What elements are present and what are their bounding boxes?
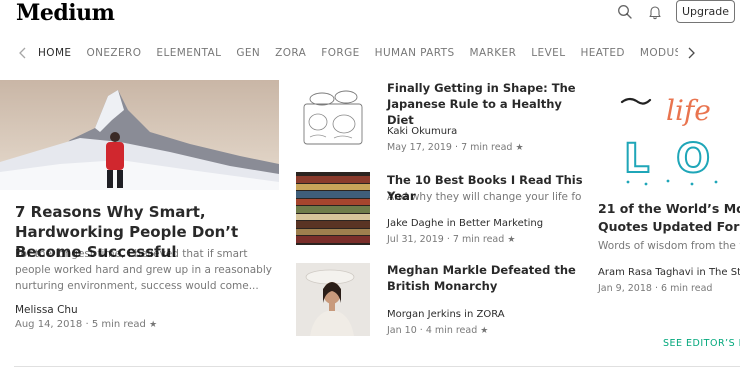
story-meta-3: Jan 10 · 4 min read ★ [387, 325, 488, 336]
story-title-3[interactable]: Meghan Markle Defeated the British Monar… [387, 262, 587, 294]
nav-item-onezero[interactable]: ONEZERO [86, 40, 141, 66]
thumb-books[interactable] [296, 172, 370, 245]
top-header: Medium Upgrade [0, 0, 740, 36]
nav-item-gen[interactable]: GEN [236, 40, 260, 66]
right-story-read-time: 6 min read [661, 283, 713, 294]
story-read-time-1: 7 min read [461, 142, 513, 153]
story-author-1[interactable]: Kaki Okumura [387, 126, 457, 137]
nav-item-zora[interactable]: ZORA [275, 40, 306, 66]
feature-meta: Aug 14, 2018 · 5 min read ★ [15, 319, 157, 330]
star-icon: ★ [515, 143, 524, 153]
section-divider [14, 366, 740, 367]
thumb-portrait[interactable] [296, 263, 370, 336]
separator: · [446, 234, 450, 245]
story-author-2[interactable]: Jake Daghe in Better Marketing [387, 218, 543, 229]
story-subtitle-2[interactable]: And why they will change your life for t… [387, 191, 582, 203]
right-story-title[interactable]: 21 of the World’s Most P Quotes Updated … [598, 200, 740, 236]
bell-icon[interactable] [647, 4, 663, 20]
story-read-time-3: 4 min read [425, 325, 478, 336]
story-read-time-2: 7 min read [452, 234, 505, 245]
nav-items: HOME ONEZERO ELEMENTAL GEN ZORA FORGE HUMAN PA… [38, 40, 678, 66]
right-title-line-1: 21 of the World’s Most P [598, 201, 740, 216]
story-meta-2: Jul 31, 2019 · 7 min read ★ [387, 234, 515, 245]
story-date-2: Jul 31, 2019 [387, 234, 444, 245]
star-icon: ★ [507, 235, 516, 245]
thumb-bento-sketch[interactable] [296, 82, 370, 155]
nav-item-heated[interactable]: HEATED [580, 40, 624, 66]
star-icon: ★ [480, 326, 489, 336]
separator: · [455, 142, 459, 153]
right-story-meta: Jan 9, 2018 · 6 min read [598, 283, 712, 294]
chevron-right-icon[interactable] [685, 46, 697, 60]
medium-logo[interactable]: Medium [16, 0, 115, 26]
feature-subtitle[interactable]: For the longest time, I believed that if… [15, 246, 273, 294]
separator: · [654, 283, 658, 294]
story-date-1: May 17, 2019 [387, 142, 452, 153]
right-image-lettering[interactable]: life LO [596, 80, 740, 190]
lettering-lo: LO [624, 136, 738, 182]
see-editors-picks-link[interactable]: SEE EDITOR’S PIC [663, 338, 740, 349]
feature-image-mountain[interactable] [0, 80, 279, 190]
feature-author[interactable]: Melissa Chu [15, 304, 78, 316]
search-icon[interactable] [617, 4, 633, 20]
nav-item-home[interactable]: HOME [38, 40, 71, 66]
story-author-3[interactable]: Morgan Jerkins in ZORA [387, 309, 505, 320]
story-date-3: Jan 10 [387, 325, 417, 336]
chevron-left-icon[interactable] [17, 46, 29, 60]
topic-nav: HOME ONEZERO ELEMENTAL GEN ZORA FORGE HUMAN PA… [0, 40, 740, 66]
nav-item-human-parts[interactable]: HUMAN PARTS [375, 40, 455, 66]
upgrade-button[interactable]: Upgrade [676, 0, 735, 23]
star-icon: ★ [149, 320, 158, 330]
story-title-1[interactable]: Finally Getting in Shape: The Japanese R… [387, 80, 587, 128]
right-story-date: Jan 9, 2018 [598, 283, 652, 294]
feature-read-time: 5 min read [91, 319, 146, 330]
nav-item-modus[interactable]: MODUS [640, 40, 678, 66]
nav-item-level[interactable]: LEVEL [531, 40, 565, 66]
right-story-subtitle[interactable]: Words of wisdom from the wo [598, 240, 740, 252]
nav-item-elemental[interactable]: ELEMENTAL [156, 40, 221, 66]
right-title-line-2: Quotes Updated For Tod [598, 219, 740, 234]
separator: · [85, 319, 89, 330]
separator: · [419, 325, 423, 336]
right-story-author[interactable]: Aram Rasa Taghavi in The Startup [598, 267, 740, 278]
feature-date: Aug 14, 2018 [15, 319, 83, 330]
lettering-life: life [666, 94, 711, 127]
nav-item-forge[interactable]: FORGE [321, 40, 359, 66]
story-meta-1: May 17, 2019 · 7 min read ★ [387, 142, 524, 153]
nav-item-marker[interactable]: MARKER [470, 40, 517, 66]
